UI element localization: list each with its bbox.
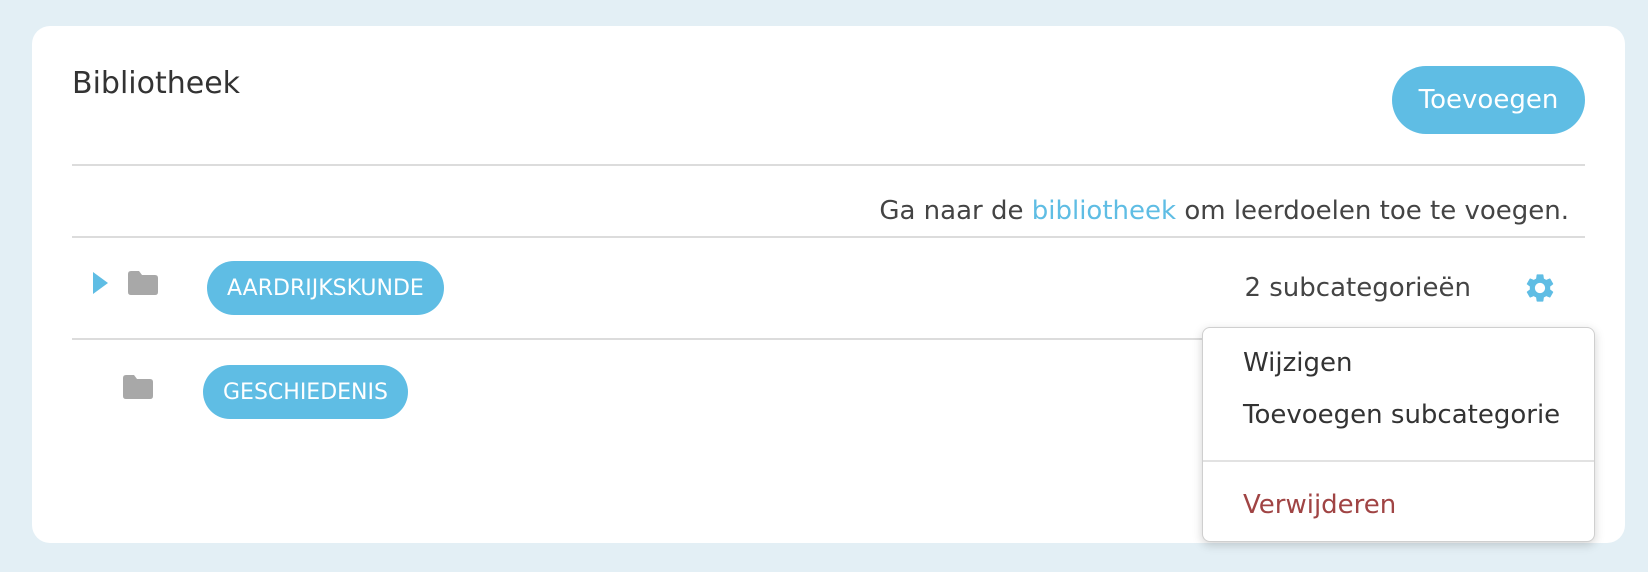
header-divider xyxy=(72,164,1585,166)
menu-item-delete[interactable]: Verwijderen xyxy=(1243,490,1396,520)
add-button[interactable]: Toevoegen xyxy=(1392,66,1585,134)
menu-item-add-subcategory[interactable]: Toevoegen subcategorie xyxy=(1243,400,1560,430)
subcategory-count: 2 subcategorieën xyxy=(1244,273,1471,303)
folder-icon xyxy=(128,271,158,295)
caret-right-icon[interactable] xyxy=(93,272,108,294)
hint-text-before: Ga naar de xyxy=(879,196,1032,226)
library-hint: Ga naar de bibliotheek om leerdoelen toe… xyxy=(879,196,1569,226)
gear-icon[interactable] xyxy=(1523,271,1557,305)
menu-divider xyxy=(1203,460,1594,462)
library-link[interactable]: bibliotheek xyxy=(1032,196,1176,226)
category-row: AARDRIJKSKUNDE 2 subcategorieën xyxy=(72,261,1585,321)
hint-divider xyxy=(72,236,1585,238)
hint-text-after: om leerdoelen toe te voegen. xyxy=(1176,196,1569,226)
folder-icon xyxy=(123,375,153,399)
menu-item-edit[interactable]: Wijzigen xyxy=(1243,348,1352,378)
category-pill[interactable]: GESCHIEDENIS xyxy=(203,365,408,419)
category-pill[interactable]: AARDRIJKSKUNDE xyxy=(207,261,444,315)
page-title: Bibliotheek xyxy=(72,66,241,101)
context-menu: Wijzigen Toevoegen subcategorie Verwijde… xyxy=(1202,327,1595,542)
